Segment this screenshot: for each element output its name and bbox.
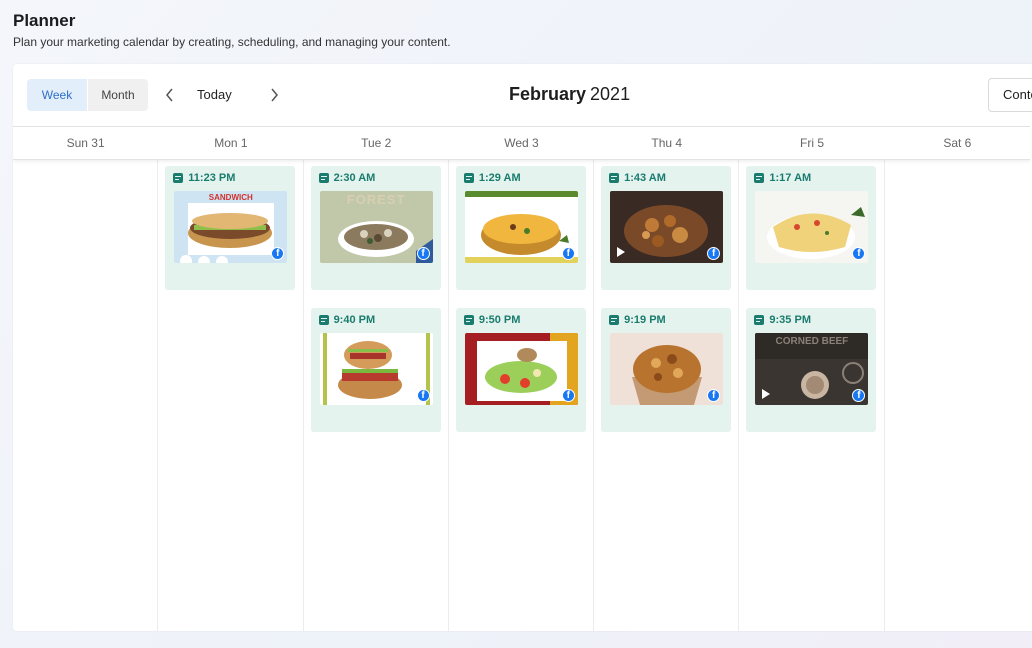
day-column-fri[interactable]: 1:17 AM f 9:35 PM CORNED BEEF f	[739, 160, 885, 631]
post-time-label: 1:43 AM	[624, 172, 666, 184]
day-column-thu[interactable]: 1:43 AM f 9:19 PM f	[594, 160, 740, 631]
scheduled-post-card[interactable]: 11:23 PM SANDWICH f	[165, 166, 296, 290]
day-header-fri: Fri 5	[800, 136, 825, 150]
week-grid: 11:23 PM SANDWICH f 2:30 AM FOREST f 9:40 PM f…	[13, 160, 1030, 631]
post-time-label: 9:50 PM	[478, 314, 521, 326]
day-header-mon: Mon 1	[214, 136, 248, 150]
chevron-left-icon	[166, 88, 173, 102]
scheduled-post-card[interactable]: 9:50 PM f	[455, 308, 586, 432]
post-thumbnail[interactable]: f	[464, 191, 578, 263]
post-time: 1:43 AM	[609, 172, 666, 184]
post-time: 9:50 PM	[463, 314, 521, 326]
page-subtitle: Plan your marketing calendar by creating…	[13, 35, 451, 49]
scheduled-post-card[interactable]: 1:17 AM f	[746, 166, 877, 290]
today-button[interactable]: Today	[197, 87, 232, 102]
page-title: Planner	[13, 11, 76, 30]
month-view-button[interactable]: Month	[88, 79, 148, 111]
day-column-tue[interactable]: 2:30 AM FOREST f 9:40 PM f	[304, 160, 449, 631]
post-type-icon	[173, 173, 184, 183]
food-image	[319, 333, 433, 405]
post-thumbnail[interactable]: f	[464, 333, 578, 405]
post-time-label: 2:30 AM	[333, 172, 376, 184]
day-header-wed: Wed 3	[504, 136, 539, 150]
post-time: 1:29 AM	[463, 172, 521, 184]
post-time-label: 9:19 PM	[624, 314, 666, 326]
current-period-title: February 2021	[509, 84, 630, 105]
view-toggle: Week Month	[27, 79, 148, 111]
post-time: 9:19 PM	[609, 314, 666, 326]
thumbnail-caption: FOREST	[346, 192, 406, 207]
post-type-icon	[754, 173, 765, 183]
post-time: 2:30 AM	[318, 172, 376, 184]
day-column-sat[interactable]	[885, 160, 1030, 631]
post-time: 9:35 PM	[754, 314, 811, 326]
content-filter-button[interactable]: Conte	[988, 78, 1032, 112]
post-time-label: 1:17 AM	[769, 172, 812, 184]
thumbnail-caption: CORNED BEEF	[775, 336, 849, 347]
post-thumbnail[interactable]: f	[755, 191, 869, 263]
post-type-icon	[609, 315, 620, 325]
post-time-label: 11:23 PM	[188, 172, 236, 184]
video-play-icon	[617, 247, 626, 257]
post-time-label: 1:29 AM	[478, 172, 521, 184]
post-thumbnail[interactable]: FOREST f	[319, 191, 433, 263]
month-label: February	[509, 84, 587, 104]
post-type-icon	[318, 315, 329, 325]
post-thumbnail[interactable]: f	[319, 333, 433, 405]
scheduled-post-card[interactable]: 1:29 AM f	[455, 166, 586, 290]
scheduled-post-card[interactable]: 2:30 AM FOREST f	[310, 166, 441, 290]
day-column-sun[interactable]	[13, 160, 159, 631]
post-thumbnail[interactable]: f	[610, 191, 724, 263]
post-type-icon	[463, 173, 474, 183]
scheduled-post-card[interactable]: 1:43 AM f	[601, 166, 732, 290]
post-time: 9:40 PM	[318, 314, 376, 326]
day-header-sat: Sat 6	[943, 136, 972, 150]
post-type-icon	[318, 173, 329, 183]
post-type-icon	[609, 173, 620, 183]
day-header-thu: Thu 4	[651, 136, 683, 150]
day-column-wed[interactable]: 1:29 AM f 9:50 PM f	[449, 160, 595, 631]
year-label: 2021	[590, 84, 631, 104]
facebook-icon: f	[561, 389, 575, 402]
facebook-icon: f	[561, 247, 575, 260]
day-header-sun: Sun 31	[66, 136, 105, 150]
chevron-right-icon	[271, 88, 278, 102]
day-header-row: Sun 31 Mon 1 Tue 2 Wed 3 Thu 4 Fri 5 Sat…	[13, 126, 1030, 160]
facebook-icon: f	[416, 389, 430, 402]
thumbnail-caption: SANDWICH	[208, 193, 253, 202]
post-type-icon	[463, 315, 474, 325]
post-time-label: 9:40 PM	[333, 314, 376, 326]
post-thumbnail[interactable]: CORNED BEEF f	[755, 333, 869, 405]
food-image	[464, 333, 578, 405]
calendar-toolbar: Week Month Today February2021 Conte	[13, 64, 1032, 126]
day-header-tue: Tue 2	[361, 136, 392, 150]
video-play-icon	[762, 389, 771, 399]
post-time-label: 9:35 PM	[769, 314, 811, 326]
scheduled-post-card[interactable]: 9:40 PM f	[310, 308, 441, 432]
week-view-button[interactable]: Week	[27, 79, 87, 111]
post-time: 11:23 PM	[173, 172, 235, 184]
post-type-icon	[754, 315, 765, 325]
next-week-button[interactable]	[267, 86, 281, 104]
page-header: Planner Plan your marketing calendar by …	[13, 10, 451, 50]
scheduled-post-card[interactable]: 9:19 PM f	[601, 308, 732, 432]
facebook-icon: f	[416, 247, 430, 260]
scheduled-post-card[interactable]: 9:35 PM CORNED BEEF f	[746, 308, 877, 432]
planner-panel: Week Month Today February2021 Conte Sun …	[13, 64, 1032, 631]
food-image	[464, 191, 578, 263]
day-column-mon[interactable]: 11:23 PM SANDWICH f	[158, 160, 304, 631]
post-thumbnail[interactable]: SANDWICH f	[174, 191, 288, 263]
post-thumbnail[interactable]: f	[610, 333, 724, 405]
previous-week-button[interactable]	[163, 86, 177, 104]
post-time: 1:17 AM	[754, 172, 811, 184]
